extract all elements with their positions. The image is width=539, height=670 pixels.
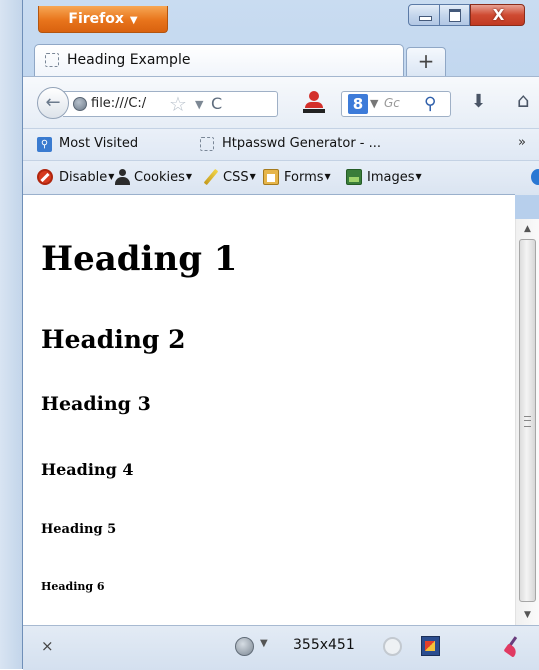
navigation-toolbar: file:///C:/ ☆ ▼ C ← 8 ▼ Gc ⚲ ⬇ ⌂: [23, 76, 539, 129]
page-icon: [200, 137, 214, 151]
back-arrow-icon: ←: [45, 92, 61, 113]
status-circle-icon[interactable]: [383, 637, 402, 656]
menu-disable[interactable]: Disable▼: [59, 170, 114, 185]
close-window-button[interactable]: X: [470, 4, 525, 26]
scroll-down-button[interactable]: ▼: [516, 605, 539, 625]
bookmarks-overflow-button[interactable]: »: [518, 135, 526, 150]
scrollbar-grip-icon: [524, 416, 531, 427]
most-visited-icon: ⚲: [37, 137, 52, 152]
firefox-menu-button[interactable]: Firefox ▼: [38, 6, 168, 33]
search-engine-icon[interactable]: 8: [348, 94, 368, 114]
menu-disable-label: Disable: [59, 170, 108, 185]
globe-icon: [73, 97, 87, 111]
minimize-button[interactable]: [408, 4, 440, 26]
desktop-edge: [0, 0, 22, 669]
home-icon[interactable]: ⌂: [517, 87, 530, 113]
menu-css-label: CSS: [223, 170, 249, 185]
chevron-down-icon: ▼: [129, 15, 138, 26]
back-button[interactable]: ←: [37, 87, 69, 119]
reload-icon[interactable]: C: [211, 92, 222, 116]
information-icon[interactable]: [531, 169, 539, 185]
brush-icon[interactable]: [505, 636, 519, 656]
bookmarks-toolbar: ⚲ Most Visited Htpasswd Generator - ... …: [23, 128, 539, 161]
download-icon[interactable]: ⬇: [471, 89, 486, 115]
heading-5: Heading 5: [41, 522, 117, 537]
chevron-down-icon: ▼: [324, 172, 331, 181]
user-icon-base: [303, 109, 325, 113]
globe-icon[interactable]: [235, 637, 254, 656]
close-icon: X: [492, 6, 505, 24]
heading-2: Heading 2: [41, 325, 186, 354]
heading-6: Heading 6: [41, 580, 105, 593]
addon-bar: × ▼ 355x451: [23, 625, 539, 670]
maximize-button[interactable]: [440, 4, 470, 26]
disable-icon: [37, 169, 53, 185]
search-icon[interactable]: ⚲: [424, 92, 436, 116]
tab-heading-example[interactable]: Heading Example: [34, 44, 404, 76]
web-developer-toolbar: Disable▼ Cookies▼ CSS▼ Forms▼ Images▼: [23, 160, 539, 195]
menu-cookies-label: Cookies: [134, 170, 185, 185]
page-content: Heading 1 Heading 2 Heading 3 Heading 4 …: [23, 194, 515, 626]
page-icon: [45, 53, 59, 67]
firefox-menu-label: Firefox: [68, 11, 124, 27]
search-box[interactable]: 8 ▼ Gc ⚲: [341, 91, 451, 117]
heading-1: Heading 1: [41, 239, 238, 279]
bookmark-star-icon[interactable]: ☆: [169, 92, 187, 116]
browser-window: Firefox ▼ X Heading Example + file:///C:/…: [0, 0, 539, 670]
tab-title: Heading Example: [67, 52, 191, 68]
menu-images[interactable]: Images▼: [367, 170, 422, 185]
search-input[interactable]: Gc: [384, 96, 400, 110]
url-bar[interactable]: file:///C:/ ☆ ▼ C: [63, 91, 278, 117]
chevron-down-icon[interactable]: ▼: [260, 638, 268, 649]
menu-cookies[interactable]: Cookies▼: [134, 170, 192, 185]
vertical-scrollbar[interactable]: ▲ ▼: [515, 219, 539, 625]
menu-forms-label: Forms: [284, 170, 324, 185]
scroll-up-button[interactable]: ▲: [516, 219, 539, 239]
menu-css[interactable]: CSS▼: [223, 170, 256, 185]
maximize-icon: [449, 9, 461, 22]
cookies-icon-body: [115, 177, 130, 185]
forms-icon: [263, 169, 279, 185]
url-history-dropdown[interactable]: ▼: [195, 94, 203, 116]
heading-3: Heading 3: [41, 393, 151, 415]
heading-4: Heading 4: [41, 460, 134, 479]
user-icon-body: [305, 102, 323, 108]
menu-forms[interactable]: Forms▼: [284, 170, 331, 185]
new-tab-button[interactable]: +: [406, 47, 446, 76]
css-icon-wand: [203, 168, 219, 186]
user-icon[interactable]: [303, 91, 325, 115]
url-input[interactable]: file:///C:/: [91, 96, 161, 111]
chevron-down-icon: ▼: [249, 172, 256, 181]
chevron-down-icon: ▼: [415, 172, 422, 181]
close-addon-bar-button[interactable]: ×: [41, 637, 54, 655]
chevron-down-icon: ▼: [185, 172, 193, 181]
bookmark-most-visited[interactable]: Most Visited: [59, 136, 138, 151]
scrollbar-thumb[interactable]: [519, 239, 536, 602]
css-icon: [203, 168, 219, 186]
user-icon-head: [309, 91, 319, 101]
images-icon: [346, 169, 362, 185]
window-size-readout: 355x451: [293, 637, 355, 653]
cookies-icon-head: [119, 169, 126, 176]
bookmark-htpasswd-generator[interactable]: Htpasswd Generator - ...: [222, 136, 381, 151]
chart-icon[interactable]: [421, 636, 440, 656]
minimize-icon: [419, 16, 432, 21]
menu-images-label: Images: [367, 170, 415, 185]
search-engine-dropdown[interactable]: ▼: [370, 94, 378, 114]
cookies-icon: [114, 169, 130, 185]
